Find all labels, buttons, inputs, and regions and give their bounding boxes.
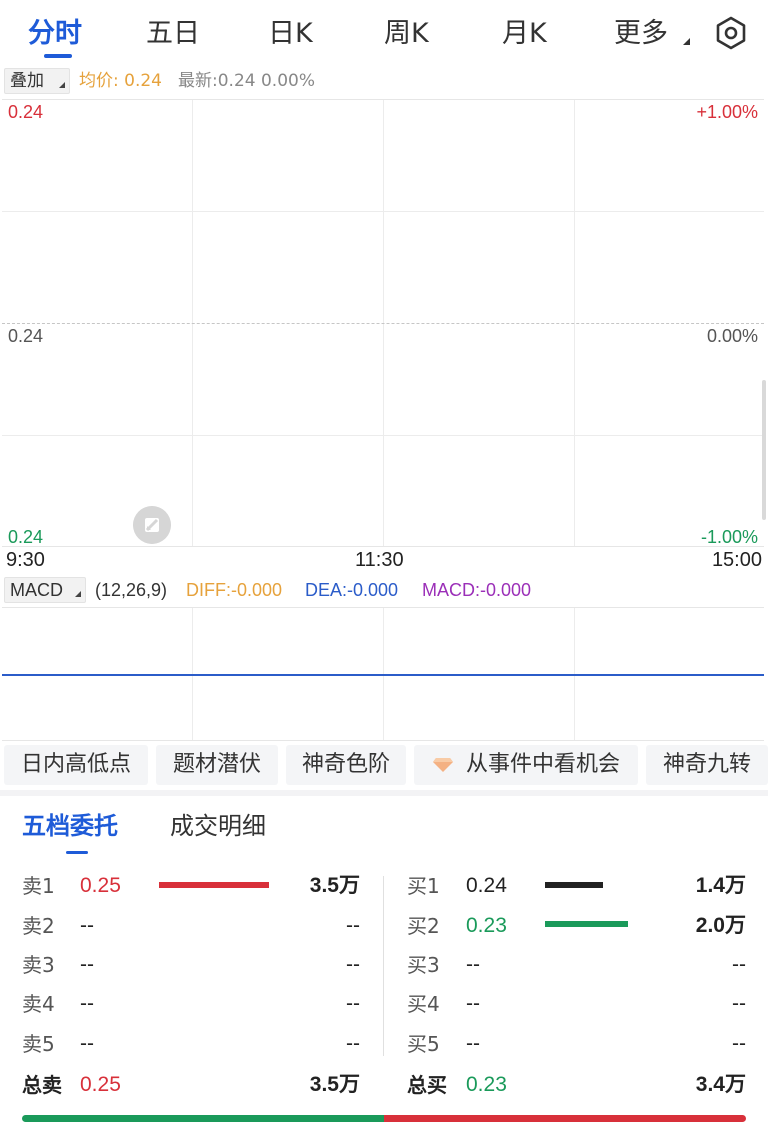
macd-dea-line [2,674,764,676]
overlay-label: 叠加 [10,71,44,91]
sell-4-volume: -- [346,992,360,1015]
tab-daily-k[interactable]: 日K [268,14,313,54]
ratio-bar-buy [22,1115,384,1122]
active-tab-underline [44,54,72,58]
grid-line [2,435,764,436]
macd-params: (12,26,9) [95,580,168,600]
sell-3-volume: -- [346,953,360,976]
more-caret-icon [683,38,690,45]
orderbook-divider [383,876,384,1056]
macd-diff: DIFF:-0.000 [186,580,283,600]
sell-2-label: 卖2 [22,914,55,938]
buy-3-volume: -- [732,953,746,976]
buy-1-volume-bar [545,882,603,888]
chip-theme-ambush[interactable]: 题材潜伏 [156,745,278,785]
section-separator [0,790,768,796]
chip-magic-nine[interactable]: 神奇九转 [646,745,768,785]
sell-1-label: 卖1 [22,874,55,898]
tab-intraday[interactable]: 分时 [28,14,82,54]
macd-value: MACD:-0.000 [422,580,532,600]
buy-5-label: 买5 [407,1032,440,1056]
total-sell-price: 0.25 [80,1073,121,1096]
buy-5-price: -- [466,1032,480,1055]
price-top-label: 0.24 [8,102,44,122]
buy-2-volume-bar [545,921,628,927]
sell-3-label: 卖3 [22,953,55,977]
pct-mid-label: 0.00% [706,326,758,346]
ratio-bar-sell [384,1115,746,1122]
sell-4-label: 卖4 [22,992,55,1016]
time-mid-label: 11:30 [355,549,404,571]
pct-top-label: +1.00% [696,102,758,122]
sell-5-label: 卖5 [22,1032,55,1056]
tab-more[interactable]: 更多 [614,14,668,54]
scrollbar[interactable] [762,380,766,520]
chip-intraday-high-low[interactable]: 日内高低点 [4,745,148,785]
sell-1-volume: 3.5万 [309,874,360,897]
order-tab-underline [66,851,88,854]
pct-bottom-label: -1.00% [700,527,758,547]
grid-line [2,211,764,212]
sell-1-price: 0.25 [80,874,121,897]
average-price: 均价: 0.24 [79,71,162,91]
total-sell-label: 总卖 [22,1073,62,1097]
latest-price: 最新:0.24 0.00% [178,71,315,91]
chip-event-label: 从事件中看机会 [465,752,620,777]
indicator-dropdown[interactable]: MACD [4,577,86,603]
intraday-chart[interactable]: 0.24 0.24 0.24 +1.00% 0.00% -1.00% [2,99,764,547]
buy-1-price: 0.24 [466,874,507,897]
baseline-dashed [2,323,764,324]
buy-3-label: 买3 [407,953,440,977]
settings-icon[interactable] [714,16,748,50]
macd-chart[interactable] [2,607,764,741]
total-buy-label: 总买 [407,1073,447,1097]
tab-monthly-k[interactable]: 月K [502,14,547,54]
buy-5-volume: -- [732,1032,746,1055]
sell-4-price: -- [80,992,94,1015]
indicator-label: MACD [10,580,63,600]
overlay-dropdown[interactable]: 叠加 [4,68,70,94]
sell-5-volume: -- [346,1032,360,1055]
draw-edit-icon[interactable] [133,506,171,544]
buy-2-volume: 2.0万 [695,914,746,937]
buy-4-label: 买4 [407,992,440,1016]
buy-1-volume: 1.4万 [695,874,746,897]
time-end-label: 15:00 [711,549,762,571]
tab-five-day[interactable]: 五日 [146,14,200,54]
tab-trade-details[interactable]: 成交明细 [170,808,266,844]
indicator-caret-icon [75,591,81,597]
macd-dea: DEA:-0.000 [305,580,399,600]
sell-2-volume: -- [346,914,360,937]
price-bottom-label: 0.24 [8,527,44,547]
buy-3-price: -- [466,953,480,976]
sell-5-price: -- [80,1032,94,1055]
time-axis: 9:30 11:30 15:00 [0,549,768,575]
overlay-caret-icon [59,82,65,88]
diamond-icon [432,758,453,772]
macd-legend-row: MACD (12,26,9) DIFF:-0.000 DEA:-0.000 MA… [0,576,768,604]
tab-order-book[interactable]: 五档委托 [22,808,118,844]
buy-2-price: 0.23 [466,914,507,937]
time-start-label: 9:30 [6,549,45,571]
total-buy-price: 0.23 [466,1073,507,1096]
tool-chips: 日内高低点 题材潜伏 神奇色阶 从事件中看机会 神奇九转 [0,745,768,785]
buy-4-volume: -- [732,992,746,1015]
overlay-row: 叠加 均价: 0.24 最新:0.24 0.00% [0,66,768,96]
period-tabs: 分时 五日 日K 周K 月K 更多 [0,0,768,66]
total-buy-volume: 3.4万 [695,1073,746,1096]
sell-1-volume-bar [159,882,269,888]
buy-1-label: 买1 [407,874,440,898]
total-sell-volume: 3.5万 [309,1073,360,1096]
tab-weekly-k[interactable]: 周K [384,14,429,54]
price-mid-label: 0.24 [8,326,44,346]
buy-4-price: -- [466,992,480,1015]
buy-2-label: 买2 [407,914,440,938]
sell-3-price: -- [80,953,94,976]
chip-magic-color[interactable]: 神奇色阶 [286,745,406,785]
chip-event-opportunity[interactable]: 从事件中看机会 [414,745,638,785]
sell-2-price: -- [80,914,94,937]
